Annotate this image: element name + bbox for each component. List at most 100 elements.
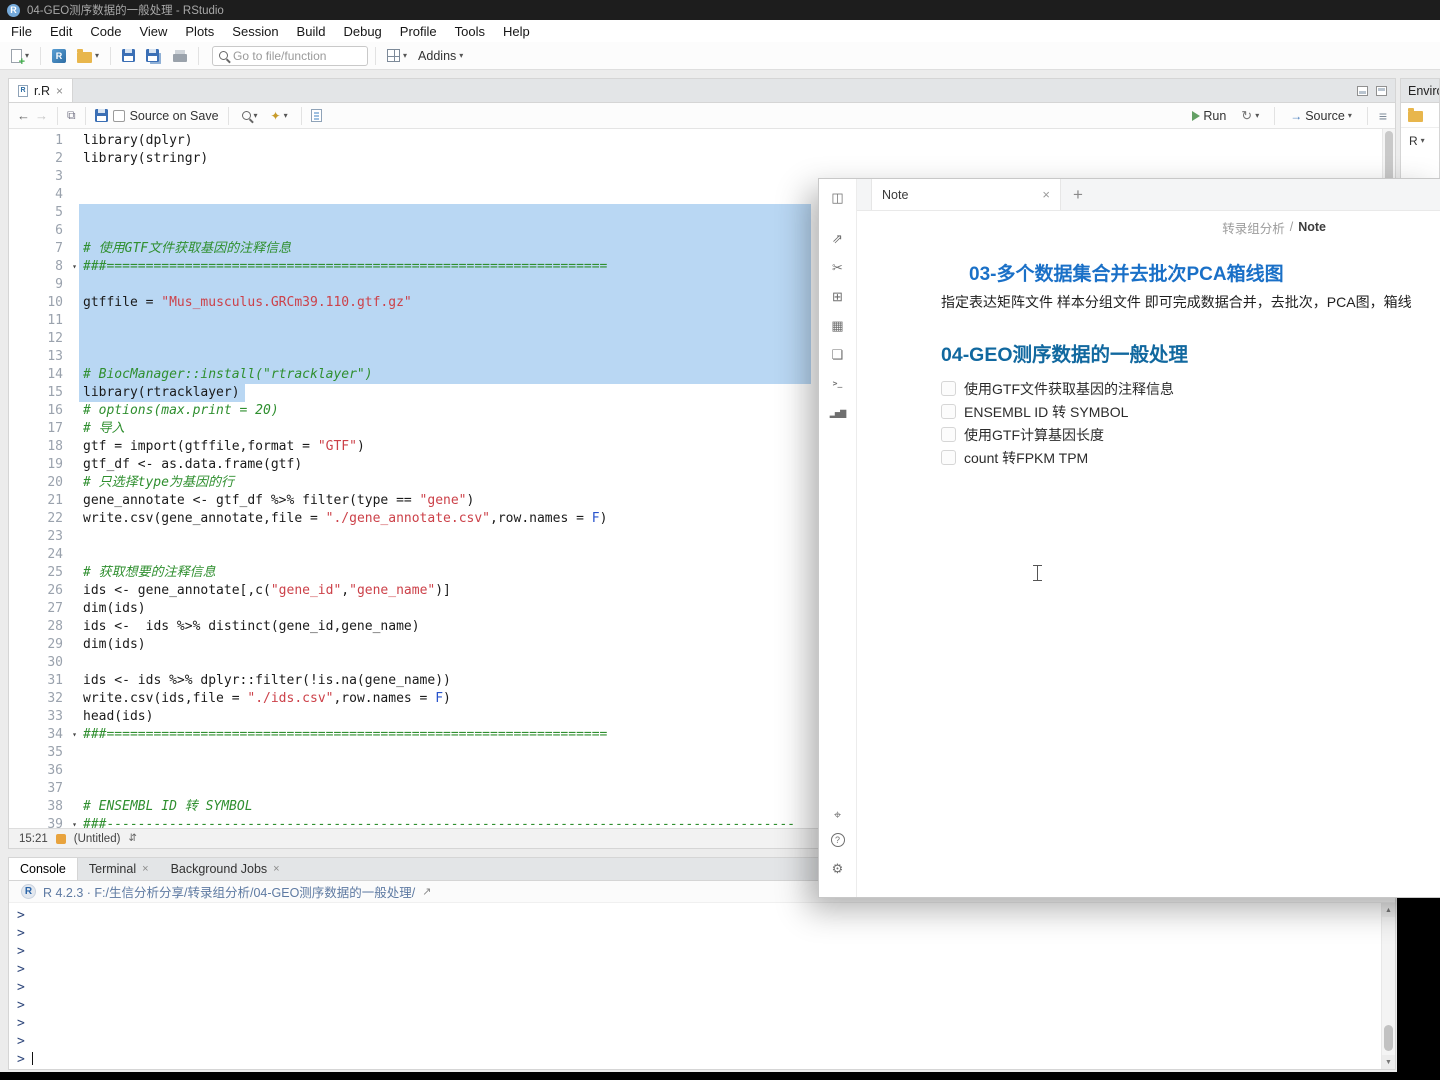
menu-view[interactable]: View [130,22,176,41]
fold-arrow-icon[interactable]: ▾ [72,258,77,276]
line-number[interactable]: 29 [9,636,63,654]
help-icon[interactable]: ? [830,833,845,847]
checklist-item[interactable]: 使用GTF计算基因长度 [941,423,1440,446]
section-label[interactable]: (Untitled) [74,833,121,845]
line-number[interactable]: 7 [9,240,63,258]
line-number[interactable]: 37 [9,780,63,798]
breadcrumb-parent[interactable]: 转录组分析 [1222,218,1285,237]
forward-arrow-icon[interactable]: → [35,108,48,123]
copy-icon[interactable]: ❏ [827,344,849,366]
sidebar-toggle-icon[interactable]: ◫ [827,187,849,209]
new-file-button[interactable]: ▾ [7,46,33,68]
line-number[interactable]: 10 [9,294,63,312]
line-number[interactable]: 24 [9,546,63,564]
console-body[interactable]: > > > > > > > > > [9,903,1381,1069]
checklist-item[interactable]: count 转FPKM TPM [941,446,1440,469]
location-icon[interactable]: ⌖ [827,804,849,826]
share-icon[interactable]: ⇗ [827,228,849,250]
line-number[interactable]: 15 [9,384,63,402]
goto-file-input[interactable] [233,48,362,63]
calendar-icon[interactable]: ▦ [827,315,849,337]
close-icon[interactable]: × [142,863,148,875]
checkbox-icon[interactable] [941,381,956,396]
line-number[interactable]: 14 [9,366,63,384]
rerun-button[interactable]: ↻ ▾ [1237,105,1263,127]
menu-profile[interactable]: Profile [391,22,446,41]
chart-icon[interactable]: ▂▅▇ [827,402,849,424]
line-number[interactable]: 19 [9,456,63,474]
line-number[interactable]: 17 [9,420,63,438]
line-number[interactable]: 1 [9,132,63,150]
line-number[interactable]: 18 [9,438,63,456]
environment-language-selector[interactable]: R ▾ [1401,128,1439,148]
line-number[interactable]: 8 ▾ [9,258,77,276]
pane-layout-button[interactable]: ▾ [383,46,411,65]
line-number[interactable]: 11 [9,312,63,330]
line-number[interactable]: 9 [9,276,63,294]
load-workspace-icon[interactable] [1408,108,1423,122]
line-number[interactable]: 4 [9,186,63,204]
menu-help[interactable]: Help [494,22,539,41]
find-replace-button[interactable]: ▾ [238,108,262,123]
checklist-item[interactable]: 使用GTF文件获取基因的注释信息 [941,377,1440,400]
open-directory-icon[interactable]: ↗ [422,885,431,898]
line-number[interactable]: 6 [9,222,63,240]
fold-arrow-icon[interactable]: ▾ [72,726,77,744]
line-number[interactable]: 36 [9,762,63,780]
save-icon[interactable] [94,109,108,122]
checklist-item[interactable]: ENSEMBL ID 转 SYMBOL [941,400,1440,423]
menu-session[interactable]: Session [223,22,287,41]
line-number[interactable]: 27 [9,600,63,618]
print-button[interactable] [169,46,191,65]
open-file-button[interactable]: ▾ [73,46,103,66]
addins-button[interactable]: Addins ▾ [414,46,467,66]
line-number[interactable]: 25 [9,564,63,582]
scissors-icon[interactable]: ✂ [827,257,849,279]
terminal-icon[interactable]: >_ [827,373,849,395]
line-number[interactable]: 16 [9,402,63,420]
line-number[interactable]: 34 ▾ [9,726,77,744]
checkbox-icon[interactable] [941,404,956,419]
line-number[interactable]: 3 [9,168,63,186]
line-number[interactable]: 26 [9,582,63,600]
minimize-pane-icon[interactable] [1357,85,1368,96]
new-tab-button[interactable]: + [1061,179,1095,210]
tab-note[interactable]: Note × [871,179,1061,210]
menu-code[interactable]: Code [81,22,130,41]
breadcrumb-current[interactable]: Note [1298,220,1326,234]
tab-background-jobs[interactable]: Background Jobs × [160,858,291,880]
line-number[interactable]: 5 [9,204,63,222]
scroll-up-icon[interactable]: ▲ [1382,903,1395,917]
menu-plots[interactable]: Plots [176,22,223,41]
source-on-save-checkbox[interactable] [112,109,125,122]
checkbox-icon[interactable] [941,450,956,465]
section-nav-icon[interactable]: ⇵ [128,833,136,844]
popout-icon[interactable]: ⧉ [67,108,76,123]
scroll-down-icon[interactable]: ▼ [1382,1055,1395,1069]
line-number[interactable]: 22 [9,510,63,528]
apps-grid-icon[interactable]: ⊞ [827,286,849,308]
environment-pane-header[interactable]: Environment [1401,79,1439,103]
code-tools-button[interactable]: ✦ ▾ [267,106,292,126]
tab-terminal[interactable]: Terminal × [78,858,160,880]
goto-file-box[interactable] [212,45,369,66]
line-number[interactable]: 13 [9,348,63,366]
line-number[interactable]: 31 [9,672,63,690]
checkbox-icon[interactable] [941,427,956,442]
code-line[interactable]: library(stringr) [83,150,1382,168]
compile-report-icon[interactable] [310,109,322,122]
line-number[interactable]: 12 [9,330,63,348]
new-project-button[interactable]: R [48,46,70,66]
line-number[interactable]: 28 [9,618,63,636]
back-arrow-icon[interactable]: ← [17,108,30,123]
line-number[interactable]: 35 [9,744,63,762]
menu-file[interactable]: File [2,22,41,41]
close-icon[interactable]: × [56,84,63,98]
menu-tools[interactable]: Tools [446,22,494,41]
tab-console[interactable]: Console [9,858,78,880]
menu-debug[interactable]: Debug [334,22,390,41]
settings-icon[interactable]: ⚙ [827,858,849,880]
line-number[interactable]: 33 [9,708,63,726]
line-number[interactable]: 2 [9,150,63,168]
maximize-pane-icon[interactable] [1376,85,1387,96]
